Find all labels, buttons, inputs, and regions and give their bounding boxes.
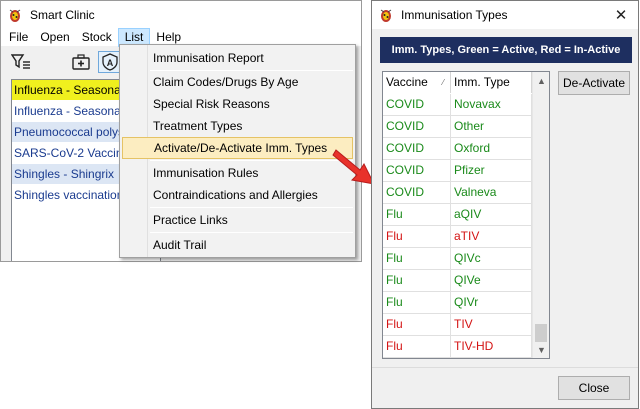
grid-scrollbar[interactable]: ▲ ▼ <box>532 72 549 358</box>
cell-imm-type: QIVe <box>451 270 532 291</box>
menu-separator <box>150 160 353 161</box>
table-row[interactable]: Flu TIV <box>383 314 532 336</box>
grid-body: COVID Novavax COVID Other COVID Oxford COVID Pf… <box>383 94 532 358</box>
column-header-vaccine-label: Vaccine <box>386 75 428 89</box>
cell-imm-type: Valneva <box>451 182 532 203</box>
main-window-title: Smart Clinic <box>30 7 95 22</box>
column-header-vaccine[interactable]: Vaccine ⁄ <box>383 72 451 93</box>
menu-item-audit-trail[interactable]: Audit Trail <box>122 234 353 256</box>
cell-vaccine: Flu <box>383 226 451 247</box>
table-row[interactable]: Flu QIVc <box>383 248 532 270</box>
menu-item-practice-links[interactable]: Practice Links <box>122 209 353 231</box>
table-row[interactable]: COVID Novavax <box>383 94 532 116</box>
bug-icon <box>378 7 394 23</box>
cell-vaccine: COVID <box>383 182 451 203</box>
menu-item-contraindications[interactable]: Contraindications and Allergies <box>122 184 353 206</box>
cell-vaccine: Flu <box>383 292 451 313</box>
cell-vaccine: COVID <box>383 116 451 137</box>
cell-imm-type: Other <box>451 116 532 137</box>
menu-item-claim-codes[interactable]: Claim Codes/Drugs By Age <box>122 71 353 93</box>
table-row[interactable]: Flu QIVr <box>383 292 532 314</box>
medical-kit-icon[interactable] <box>69 51 93 73</box>
table-row[interactable]: COVID Valneva <box>383 182 532 204</box>
dialog-title: Immunisation Types <box>401 8 508 22</box>
cell-imm-type: QIVr <box>451 292 532 313</box>
imm-types-grid[interactable]: Vaccine ⁄ Imm. Type COVID Novavax COVID Oth… <box>382 71 550 359</box>
cell-imm-type: TIV-HD <box>451 336 532 357</box>
cell-vaccine: COVID <box>383 138 451 159</box>
close-icon[interactable]: ✕ <box>612 6 630 24</box>
cell-imm-type: QIVc <box>451 248 532 269</box>
cell-imm-type: Oxford <box>451 138 532 159</box>
menu-item-immunisation-rules[interactable]: Immunisation Rules <box>122 162 353 184</box>
filter-list-icon[interactable] <box>9 51 33 73</box>
cell-imm-type: aTIV <box>451 226 532 247</box>
cell-imm-type: TIV <box>451 314 532 335</box>
menu-item-immunisation-report[interactable]: Immunisation Report <box>122 47 353 69</box>
legend-banner: Imm. Types, Green = Active, Red = In-Act… <box>380 37 632 63</box>
scroll-thumb[interactable] <box>535 324 547 342</box>
menu-item-special-risk-reasons[interactable]: Special Risk Reasons <box>122 93 353 115</box>
cell-imm-type: Pfizer <box>451 160 532 181</box>
menu-item-treatment-types[interactable]: Treatment Types <box>122 115 353 137</box>
cell-imm-type: aQIV <box>451 204 532 225</box>
menu-separator <box>150 232 353 233</box>
cell-vaccine: Flu <box>383 248 451 269</box>
cell-vaccine: Flu <box>383 270 451 291</box>
close-button[interactable]: Close <box>558 376 630 400</box>
table-row[interactable]: COVID Oxford <box>383 138 532 160</box>
sort-icon: ⁄ <box>442 78 444 87</box>
cell-imm-type: Novavax <box>451 94 532 115</box>
menu-item-activate-deactivate[interactable]: Activate/De-Activate Imm. Types <box>122 137 353 159</box>
deactivate-button[interactable]: De-Activate <box>558 71 630 95</box>
menu-stock[interactable]: Stock <box>76 28 118 47</box>
cell-vaccine: Flu <box>383 204 451 225</box>
menu-file[interactable]: File <box>3 28 34 47</box>
table-row[interactable]: COVID Pfizer <box>383 160 532 182</box>
cell-vaccine: COVID <box>383 160 451 181</box>
column-header-imm-type[interactable]: Imm. Type <box>451 72 532 93</box>
cell-vaccine: Flu <box>383 314 451 335</box>
main-titlebar: Smart Clinic <box>1 1 361 28</box>
scroll-up-icon[interactable]: ▲ <box>533 72 549 89</box>
cell-vaccine: Flu <box>383 336 451 357</box>
immunisation-types-dialog: Immunisation Types ✕ Imm. Types, Green =… <box>371 0 639 409</box>
scroll-down-icon[interactable]: ▼ <box>533 341 549 358</box>
menu-open[interactable]: Open <box>34 28 75 47</box>
table-row[interactable]: Flu aQIV <box>383 204 532 226</box>
svg-text:A: A <box>107 58 114 68</box>
table-row[interactable]: Flu TIV-HD <box>383 336 532 358</box>
table-row[interactable]: Flu aTIV <box>383 226 532 248</box>
table-row[interactable]: COVID Other <box>383 116 532 138</box>
dialog-titlebar: Immunisation Types ✕ <box>372 1 638 29</box>
table-row[interactable]: Flu QIVe <box>383 270 532 292</box>
grid-header: Vaccine ⁄ Imm. Type <box>383 72 532 93</box>
cell-vaccine: COVID <box>383 94 451 115</box>
bug-icon <box>7 7 23 23</box>
menu-separator <box>150 207 353 208</box>
list-menu-dropdown: Immunisation Report Claim Codes/Drugs By… <box>119 44 356 258</box>
